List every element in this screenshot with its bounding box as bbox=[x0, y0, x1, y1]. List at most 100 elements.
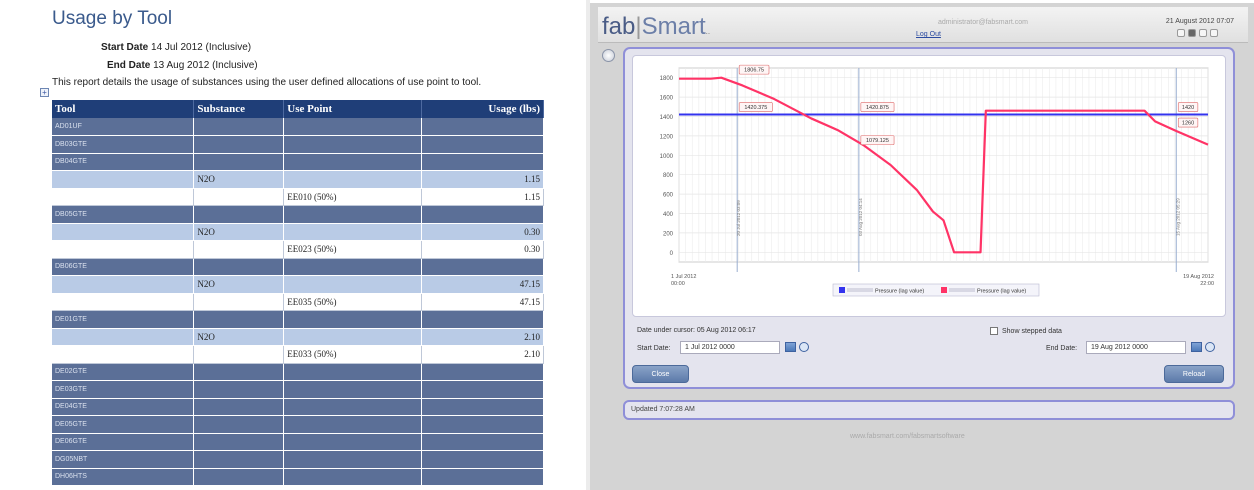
close-button[interactable]: Close bbox=[632, 365, 689, 383]
tool-row: DH06HTS bbox=[52, 468, 544, 486]
col-header-tool[interactable]: Tool bbox=[52, 100, 195, 118]
settings-icon[interactable] bbox=[1199, 29, 1207, 37]
substance-row: N2O 2.10 bbox=[52, 328, 544, 346]
value-annotation: 1079.125 bbox=[866, 138, 889, 144]
options-gear-icon[interactable] bbox=[602, 49, 615, 62]
cell-usage bbox=[421, 450, 544, 469]
cell-usage bbox=[421, 153, 544, 171]
report-description: This report details the usage of substan… bbox=[52, 77, 482, 88]
cell-tool bbox=[52, 223, 195, 241]
cell-usage: 0.30 bbox=[421, 223, 544, 241]
print-icon[interactable] bbox=[1188, 29, 1196, 37]
tool-row: DE01GTE bbox=[52, 310, 544, 329]
y-tick-label: 1200 bbox=[660, 134, 674, 140]
cell-use-point bbox=[283, 468, 423, 486]
start-calendar-icon[interactable] bbox=[785, 342, 796, 352]
status-text: Updated 7:07:28 AM bbox=[631, 406, 695, 413]
cell-usage bbox=[421, 118, 544, 136]
value-annotation: 1420.875 bbox=[866, 105, 889, 111]
logout-link[interactable]: Log Out bbox=[916, 31, 941, 38]
expand-icon[interactable]: + bbox=[40, 88, 49, 97]
cell-tool: DE06GTE bbox=[52, 433, 195, 451]
col-header-substance[interactable]: Substance bbox=[193, 100, 285, 118]
date-under-cursor: Date under cursor: 05 Aug 2012 06:17 bbox=[637, 327, 756, 334]
cell-usage bbox=[421, 398, 544, 416]
cell-use-point bbox=[283, 275, 423, 294]
cell-tool: DE05GTE bbox=[52, 415, 195, 434]
value-annotation: 1806.75 bbox=[744, 68, 764, 74]
usage-table: Tool Substance Use Point Usage (lbs) AD0… bbox=[52, 100, 544, 486]
end-calendar-icon[interactable] bbox=[1191, 342, 1202, 352]
value-annotation: 1420.375 bbox=[744, 105, 767, 111]
pressure-chart[interactable]: 1800 1600 1400 1200 1000 800 600 400 200 0 20 Jul … bbox=[633, 56, 1227, 318]
cell-substance: N2O bbox=[193, 170, 285, 189]
usage-report: Usage by Tool Start Date 14 Jul 2012 (In… bbox=[0, 0, 590, 490]
x-tick-label: 19 Aug 2012 bbox=[1183, 274, 1214, 280]
col-header-usage[interactable]: Usage (lbs) bbox=[421, 100, 544, 118]
cell-substance: N2O bbox=[193, 328, 285, 346]
x-tick-label: 22:00 bbox=[1200, 281, 1214, 287]
cell-tool bbox=[52, 170, 195, 189]
reload-button[interactable]: Reload bbox=[1164, 365, 1224, 383]
tool-row: DB05GTE bbox=[52, 205, 544, 224]
cell-substance bbox=[193, 118, 285, 136]
cell-use-point: EE033 (50%) bbox=[283, 345, 423, 364]
cell-usage bbox=[421, 363, 544, 381]
cell-usage bbox=[421, 380, 544, 399]
cell-use-point bbox=[283, 223, 423, 241]
tool-row: DE03GTE bbox=[52, 380, 544, 399]
end-date-label: End Date bbox=[107, 60, 151, 71]
chart-frame[interactable]: 1800 1600 1400 1200 1000 800 600 400 200 0 20 Jul … bbox=[632, 55, 1226, 317]
cell-usage: 1.15 bbox=[421, 170, 544, 189]
cell-usage: 2.10 bbox=[421, 345, 544, 364]
show-stepped-checkbox[interactable] bbox=[990, 327, 998, 335]
info-icon[interactable] bbox=[1210, 29, 1218, 37]
end-date-value: 13 Aug 2012 (Inclusive) bbox=[153, 60, 258, 71]
cell-tool: DE02GTE bbox=[52, 363, 195, 381]
cell-usage: 47.15 bbox=[421, 275, 544, 294]
cell-substance bbox=[193, 398, 285, 416]
cell-use-point bbox=[283, 205, 423, 224]
legend-swatch bbox=[839, 287, 845, 293]
cell-substance bbox=[193, 310, 285, 329]
tool-row: AD01UF bbox=[52, 118, 544, 136]
cell-usage bbox=[421, 205, 544, 224]
chart-panel: 1800 1600 1400 1200 1000 800 600 400 200 0 20 Jul … bbox=[623, 47, 1235, 389]
y-tick-label: 1400 bbox=[660, 115, 674, 121]
y-tick-label: 200 bbox=[663, 231, 674, 237]
show-stepped-row[interactable]: Show stepped data bbox=[990, 327, 1062, 335]
use-point-row: EE010 (50%) 1.15 bbox=[52, 188, 544, 206]
cell-usage: 1.15 bbox=[421, 188, 544, 206]
start-date-label: Start Date: bbox=[637, 345, 671, 352]
cell-tool: DB04GTE bbox=[52, 153, 195, 171]
user-name: administrator@fabsmart.com bbox=[938, 19, 1028, 26]
y-tick-label: 400 bbox=[663, 212, 674, 218]
cell-tool bbox=[52, 293, 195, 311]
cell-substance bbox=[193, 135, 285, 154]
start-date-row: Start Date 14 Jul 2012 (Inclusive) bbox=[101, 42, 251, 53]
cell-tool: DE03GTE bbox=[52, 380, 195, 399]
end-date-row: End Date 13 Aug 2012 (Inclusive) bbox=[107, 60, 258, 71]
start-clock-icon[interactable] bbox=[799, 342, 809, 352]
end-date-input[interactable]: 19 Aug 2012 0000 bbox=[1086, 341, 1186, 354]
cell-substance bbox=[193, 258, 285, 276]
app-header: fab|Smart.. administrator@fabsmart.com L… bbox=[598, 7, 1248, 43]
tool-row: DE04GTE bbox=[52, 398, 544, 416]
cell-tool: AD01UF bbox=[52, 118, 195, 136]
show-stepped-label: Show stepped data bbox=[1002, 327, 1062, 335]
help-icon[interactable] bbox=[1177, 29, 1185, 37]
end-clock-icon[interactable] bbox=[1205, 342, 1215, 352]
cell-substance bbox=[193, 363, 285, 381]
cell-use-point bbox=[283, 398, 423, 416]
cell-substance bbox=[193, 205, 285, 224]
y-tick-label: 1000 bbox=[660, 154, 674, 160]
legend-blurred-tag bbox=[847, 288, 873, 292]
cell-tool bbox=[52, 240, 195, 259]
cell-use-point bbox=[283, 135, 423, 154]
substance-row: N2O 47.15 bbox=[52, 275, 544, 294]
start-date-input[interactable]: 1 Jul 2012 0000 bbox=[680, 341, 780, 354]
cell-use-point: EE010 (50%) bbox=[283, 188, 423, 206]
col-header-use-point[interactable]: Use Point bbox=[283, 100, 423, 118]
cell-use-point bbox=[283, 153, 423, 171]
report-title: Usage by Tool bbox=[52, 8, 173, 29]
